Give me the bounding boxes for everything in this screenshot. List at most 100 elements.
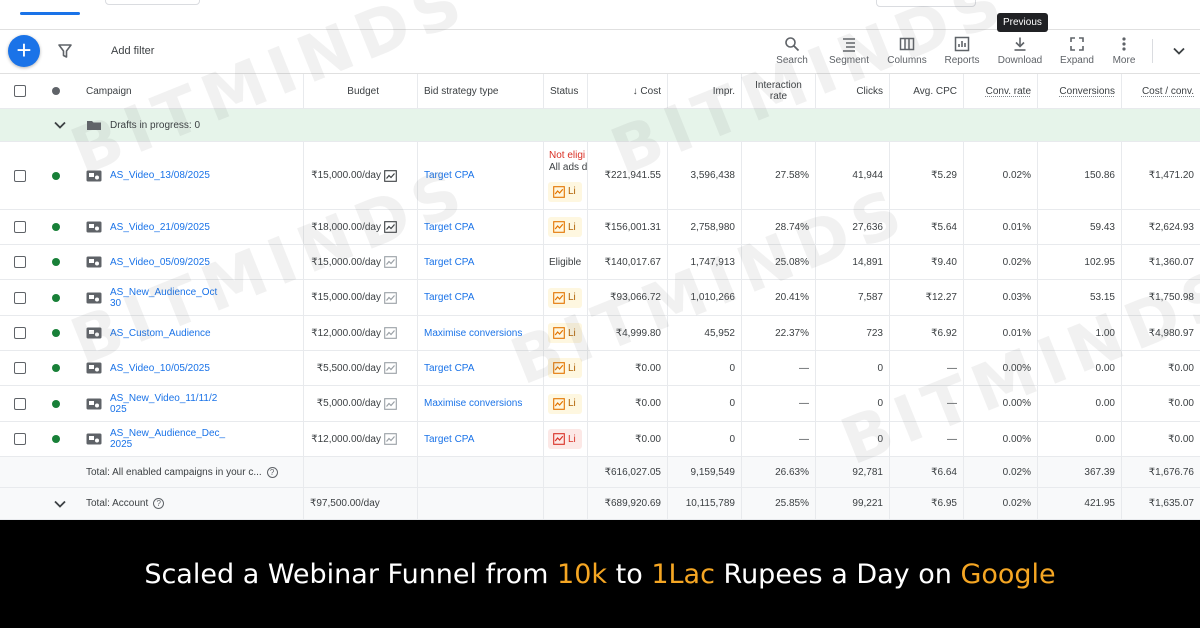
enabled-status-dot[interactable] [52,171,60,180]
budget-value[interactable]: ₹18,000.00/day [311,222,381,233]
help-icon[interactable]: ? [266,466,278,478]
enabled-status-dot[interactable] [52,293,60,302]
table-row[interactable]: AS_New_Audience_Dec_ 2025 ₹12,000.00/day T… [0,422,1200,457]
budget-chart-icon[interactable] [384,397,397,410]
search-button[interactable]: Search [774,36,810,66]
campaign-name-link[interactable]: AS_Video_13/08/2025 [110,170,210,181]
bid-strategy-link[interactable]: Target CPA [424,363,474,374]
budget-value[interactable]: ₹12,000.00/day [311,328,381,339]
filter-icon[interactable] [57,43,73,59]
budget-chart-icon[interactable] [384,291,397,304]
table-row[interactable]: AS_Video_21/09/2025 ₹18,000.00/day Target … [0,210,1200,245]
row-checkbox[interactable] [14,291,26,304]
metric-clicks: 7,587 [816,280,890,315]
row-checkbox[interactable] [14,221,26,233]
budget-chart-icon[interactable] [384,169,397,182]
header-budget[interactable]: Budget [304,74,418,108]
help-icon[interactable]: ? [153,498,165,509]
campaign-name-link[interactable]: AS_New_Video_11/11/2 025 [110,393,217,415]
bid-strategy-link[interactable]: Target CPA [424,292,474,303]
header-campaign[interactable]: Campaign [80,74,304,108]
enabled-status-dot[interactable] [52,399,60,408]
metric-clicks: 723 [816,316,890,350]
budget-value[interactable]: ₹5,500.00/day [317,363,381,374]
header-conv-rate[interactable]: Conv. rate [986,86,1031,97]
row-checkbox[interactable] [14,327,26,339]
header-conversions[interactable]: Conversions [1059,86,1115,97]
reports-button[interactable]: Reports [941,36,983,66]
top-control-left[interactable] [105,0,200,5]
table-row[interactable]: AS_New_Video_11/11/2 025 ₹5,000.00/day Max… [0,386,1200,422]
bid-strategy-link[interactable]: Target CPA [424,434,474,445]
create-button[interactable]: + [8,35,40,67]
top-control-right[interactable] [876,0,976,7]
bid-strategy-link[interactable]: Target CPA [424,257,474,268]
budget-chart-icon[interactable] [384,327,397,339]
limited-status-badge[interactable]: Li [548,217,582,237]
enabled-status-dot[interactable] [52,329,60,337]
header-clicks[interactable]: Clicks [816,74,890,108]
table-row[interactable]: AS_Video_05/09/2025 ₹15,000.00/day Target … [0,245,1200,280]
limited-status-badge[interactable]: Li [548,393,582,414]
table-row[interactable]: AS_New_Audience_Oct 30 ₹15,000.00/day Targ… [0,280,1200,316]
video-campaign-icon [86,292,102,303]
expand-button[interactable]: Expand [1058,36,1096,66]
campaign-name-link[interactable]: AS_Video_21/09/2025 [110,222,210,233]
campaign-name-link[interactable]: AS_New_Audience_Oct 30 [110,287,217,309]
select-all-checkbox[interactable] [14,85,26,97]
header-status[interactable]: Status [544,74,588,108]
row-checkbox[interactable] [14,169,26,182]
table-row[interactable]: AS_Custom_Audience ₹12,000.00/day Maximise… [0,316,1200,351]
download-button[interactable]: Download [996,36,1044,66]
campaign-name-link[interactable]: AS_Video_05/09/2025 [110,257,210,268]
row-checkbox[interactable] [14,397,26,410]
header-interaction-rate[interactable]: Interaction rate [742,74,816,108]
header-bid-strategy[interactable]: Bid strategy type [418,74,544,108]
segment-button[interactable]: Segment [827,36,871,66]
status-not-eligible[interactable]: Not eligi [549,150,585,162]
budget-chart-icon[interactable] [384,221,397,233]
enabled-status-dot[interactable] [52,223,60,231]
expand-account-chevron-icon[interactable] [53,497,67,511]
table-row[interactable]: AS_Video_10/05/2025 ₹5,500.00/day Target C… [0,351,1200,386]
total-cpconv: ₹1,676.76 [1148,466,1194,478]
budget-chart-icon[interactable] [384,433,397,445]
budget-chart-icon[interactable] [384,362,397,374]
enabled-status-dot[interactable] [52,435,60,443]
expand-drafts-chevron-icon[interactable] [53,118,67,132]
limited-status-badge[interactable]: Li [548,358,582,378]
enabled-status-dot[interactable] [52,364,60,372]
header-impr[interactable]: Impr. [668,74,742,108]
more-button[interactable]: More [1108,36,1140,66]
enabled-status-dot[interactable] [52,258,60,266]
bid-strategy-link[interactable]: Maximise conversions [424,398,522,409]
add-filter-button[interactable]: Add filter [111,45,154,57]
limited-status-badge[interactable]: Li [548,181,582,202]
row-checkbox[interactable] [14,433,26,445]
row-checkbox[interactable] [14,362,26,374]
header-avg-cpc[interactable]: Avg. CPC [890,74,964,108]
budget-chart-icon[interactable] [384,256,397,268]
row-checkbox[interactable] [14,256,26,268]
columns-button[interactable]: Columns [884,36,930,66]
header-cost-per-conv[interactable]: Cost / conv. [1142,86,1194,97]
campaign-name-link[interactable]: AS_Video_10/05/2025 [110,363,210,374]
budget-value[interactable]: ₹15,000.00/day [311,170,381,181]
bid-strategy-link[interactable]: Target CPA [424,170,474,181]
campaign-name-link[interactable]: AS_New_Audience_Dec_ 2025 [110,428,225,450]
budget-value[interactable]: ₹5,000.00/day [317,398,381,409]
bid-strategy-link[interactable]: Target CPA [424,222,474,233]
budget-value[interactable]: ₹12,000.00/day [311,434,381,445]
table-row[interactable]: AS_Video_13/08/2025 ₹15,000.00/day Target … [0,142,1200,210]
budget-value[interactable]: ₹15,000.00/day [311,257,381,268]
limited-status-badge[interactable]: Li [548,323,582,343]
limited-status-badge[interactable]: Li [548,429,582,449]
limited-status-badge[interactable]: Li [548,287,582,308]
campaign-name-link[interactable]: AS_Custom_Audience [110,328,211,339]
bid-strategy-link[interactable]: Maximise conversions [424,328,522,339]
collapse-chevron-icon[interactable] [1172,44,1186,58]
budget-value[interactable]: ₹15,000.00/day [311,292,381,303]
total-label: Total: All enabled campaigns in your c..… [86,466,262,478]
header-cost[interactable]: ↓ Cost [588,74,668,108]
expand-icon [1070,37,1084,51]
